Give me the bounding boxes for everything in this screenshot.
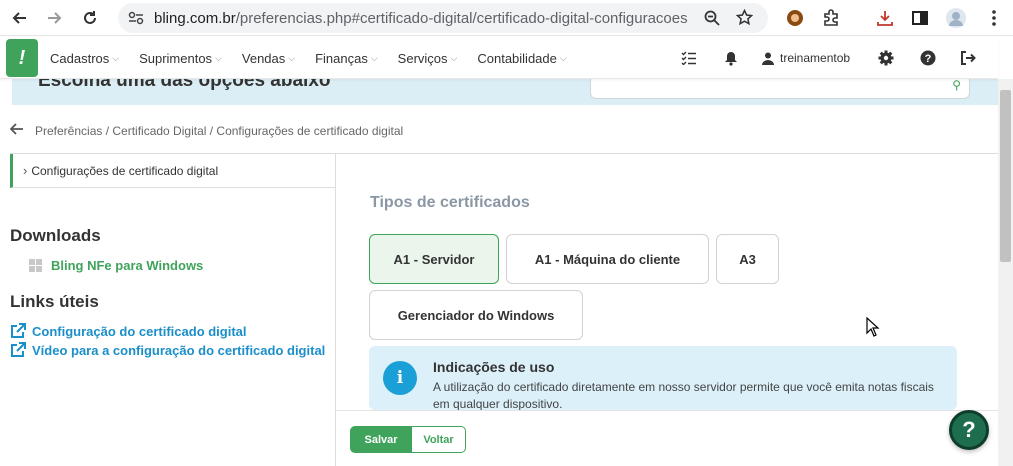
- cert-type-a1-server[interactable]: A1 - Servidor: [369, 234, 499, 284]
- help-circle-icon[interactable]: ?: [918, 47, 938, 69]
- scrollbar-thumb[interactable]: [1000, 90, 1011, 262]
- app-header: ! Cadastros ⌵ Suprimentos ⌵ Vendas ⌵ Finanç…: [0, 37, 998, 79]
- chevron-down-icon: ⌵: [112, 53, 120, 63]
- user-icon: [762, 52, 774, 65]
- external-link-icon: [11, 323, 26, 338]
- menu-label: Vendas: [241, 51, 286, 66]
- menu-financas[interactable]: Finanças ⌵: [315, 51, 378, 66]
- browser-menu-icon[interactable]: [982, 6, 1006, 30]
- logout-icon[interactable]: [958, 47, 978, 69]
- usage-info-box: i Indicações de uso A utilização do cert…: [369, 346, 957, 410]
- back-button[interactable]: Voltar: [411, 426, 466, 453]
- link-label: Configuração do certificado digital: [32, 323, 247, 339]
- cert-type-a1-client[interactable]: A1 - Máquina do cliente: [506, 234, 709, 284]
- site-info-icon[interactable]: [128, 11, 144, 30]
- extension-shield-icon[interactable]: [783, 6, 807, 30]
- browser-reload-icon[interactable]: [78, 6, 102, 30]
- info-text: A utilização do certificado diretamente …: [433, 380, 934, 410]
- useful-links-heading: Links úteis: [10, 292, 99, 311]
- download-icon[interactable]: [873, 6, 897, 30]
- bling-logo-icon[interactable]: !: [6, 39, 38, 77]
- back-arrow-icon[interactable]: [9, 120, 24, 141]
- link-certificate-config[interactable]: Configuração do certificado digital: [10, 323, 247, 339]
- url-host: bling.com.br: [154, 10, 236, 27]
- profile-avatar-icon[interactable]: [944, 6, 968, 30]
- browser-back-icon[interactable]: [8, 6, 32, 30]
- banner-search-input[interactable]: ⚲: [590, 79, 970, 99]
- save-button[interactable]: Salvar: [350, 426, 412, 453]
- sidebar-item-label: Configurações de certificado digital: [31, 163, 219, 178]
- settings-gear-icon[interactable]: [876, 47, 896, 69]
- menu-label: Serviços: [397, 51, 448, 66]
- sidebar-item-certificate-settings[interactable]: › Configurações de certificado digital: [10, 154, 336, 188]
- chevron-down-icon: ⌵: [288, 53, 296, 63]
- menu-label: Cadastros: [50, 51, 110, 66]
- browser-forward-icon[interactable]: [42, 6, 66, 30]
- chevron-down-icon: ⌵: [450, 53, 458, 63]
- options-banner: Escolha uma das opções abaixo ⚲: [12, 79, 998, 105]
- menu-label: Finanças: [315, 51, 368, 66]
- help-chat-button[interactable]: ?: [949, 410, 989, 450]
- user-menu[interactable]: treinamentob: [762, 47, 850, 69]
- chevron-right-icon: ›: [23, 163, 28, 178]
- download-link-label: Bling NFe para Windows: [51, 258, 204, 273]
- url-text: bling.com.br/preferencias.php#certificad…: [154, 10, 688, 27]
- menu-servicos[interactable]: Serviços ⌵: [398, 51, 458, 66]
- notifications-bell-icon[interactable]: [721, 47, 741, 69]
- zoom-icon[interactable]: [704, 10, 720, 31]
- mouse-cursor-icon: [866, 317, 880, 337]
- chevron-down-icon: ⌵: [559, 53, 567, 63]
- downloads-heading: Downloads: [10, 226, 101, 245]
- bookmark-star-icon[interactable]: [735, 8, 754, 31]
- chevron-down-icon: ⌵: [215, 53, 222, 63]
- info-title: Indicações de uso: [433, 359, 555, 375]
- menu-label: Contabilidade: [477, 51, 557, 66]
- address-bar[interactable]: bling.com.br/preferencias.php#certificad…: [118, 3, 768, 33]
- menu-label: Suprimentos: [139, 51, 213, 66]
- banner-title: Escolha uma das opções abaixo: [38, 79, 331, 91]
- cert-type-a3[interactable]: A3: [716, 234, 779, 284]
- tasks-checklist-icon[interactable]: [679, 47, 699, 69]
- certificate-types-heading: Tipos de certificados: [370, 194, 530, 211]
- info-icon: i: [383, 361, 417, 395]
- windows-icon: [29, 258, 43, 273]
- menu-cadastros[interactable]: Cadastros ⌵: [50, 51, 119, 66]
- menu-contabilidade[interactable]: Contabilidade ⌵: [477, 51, 566, 66]
- menu-vendas[interactable]: Vendas ⌵: [242, 51, 295, 66]
- menu-suprimentos[interactable]: Suprimentos ⌵: [139, 51, 222, 66]
- search-icon: ⚲: [952, 79, 961, 92]
- browser-toolbar: bling.com.br/preferencias.php#certificad…: [0, 0, 1013, 36]
- chevron-down-icon: ⌵: [370, 53, 378, 63]
- svg-text:?: ?: [925, 53, 932, 65]
- download-bling-nfe-link[interactable]: Bling NFe para Windows: [29, 258, 203, 273]
- username: treinamentob: [780, 51, 851, 65]
- url-path: /preferencias.php#certificado-digital/ce…: [235, 10, 688, 27]
- link-label: Vídeo para a configuração do certificado…: [32, 342, 326, 358]
- link-certificate-video[interactable]: Vídeo para a configuração do certificado…: [10, 342, 325, 358]
- side-panel-icon[interactable]: [908, 6, 932, 30]
- external-link-icon: [11, 342, 26, 357]
- extensions-puzzle-icon[interactable]: [819, 6, 843, 30]
- cert-type-windows-manager[interactable]: Gerenciador do Windows: [369, 290, 583, 340]
- main-menu: Cadastros ⌵ Suprimentos ⌵ Vendas ⌵ Finanças…: [50, 51, 587, 66]
- breadcrumb[interactable]: Preferências / Certificado Digital / Con…: [35, 124, 403, 138]
